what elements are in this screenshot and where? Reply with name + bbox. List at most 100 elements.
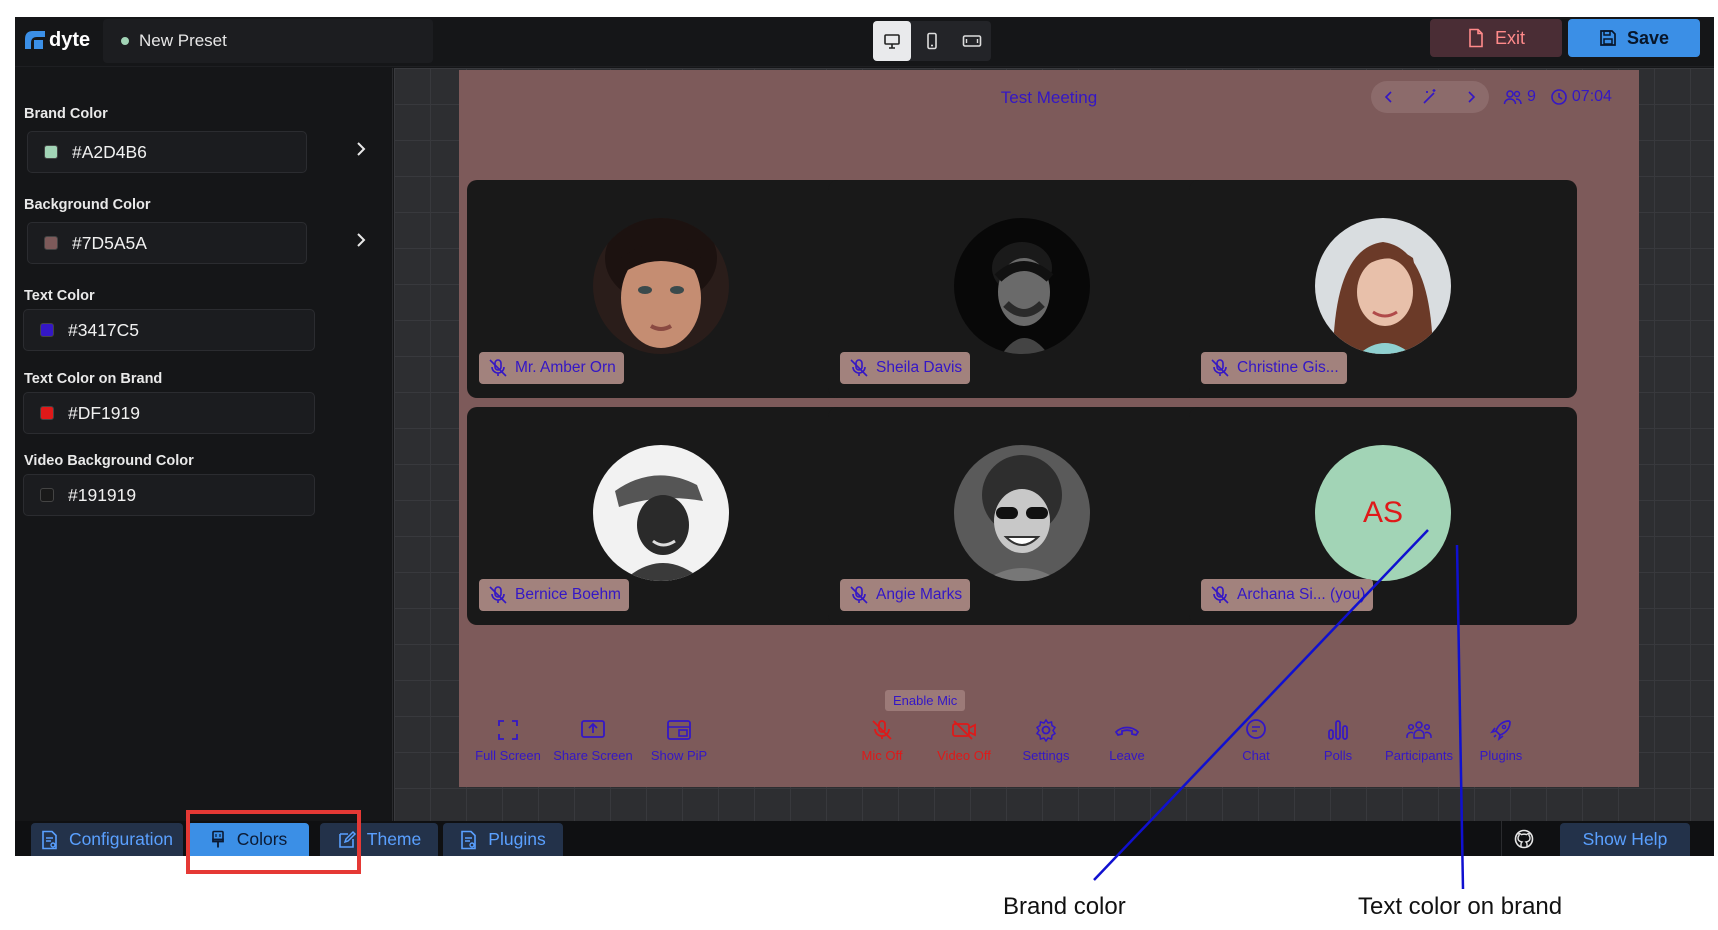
tab-label: Configuration [68, 829, 174, 849]
document-settings-icon [42, 830, 57, 849]
participant-name: Bernice Boehm [515, 586, 621, 603]
avatar [593, 218, 729, 354]
video-off-control[interactable]: Video Off [919, 718, 1009, 763]
participant-name-tag: Bernice Boehm [479, 579, 629, 611]
background-color-value: #7D5A5A [72, 232, 147, 253]
github-link[interactable] [1501, 821, 1545, 856]
device-switcher [873, 21, 991, 61]
tab-label: Plugins [488, 829, 546, 849]
text-color-value: #3417C5 [68, 319, 140, 340]
magic-wand-icon[interactable] [1421, 88, 1439, 106]
grid-pager [1371, 81, 1489, 113]
tab-configuration[interactable]: Configuration [31, 823, 183, 856]
participants-control[interactable]: Participants [1374, 718, 1464, 763]
background-color-expand-chevron-icon[interactable] [355, 231, 367, 255]
dyte-logo: dyte [23, 26, 90, 54]
participant-name: Angie Marks [876, 586, 963, 603]
text-color-input[interactable]: #3417C5 [23, 309, 315, 351]
text-on-brand-annotation: Text color on brand [1358, 893, 1563, 920]
chat-icon [1246, 719, 1266, 739]
brand-color-label: Brand Color [24, 106, 108, 122]
tab-plugins[interactable]: Plugins [443, 823, 563, 856]
background-color-label: Background Color [24, 197, 151, 213]
text-color-on-brand-swatch [40, 406, 54, 420]
control-label: Mic Off [861, 748, 903, 763]
video-background-color-value: #191919 [68, 484, 137, 505]
participant-count[interactable]: 9 [1503, 88, 1536, 106]
participant-name-tag: Sheila Davis [840, 352, 971, 384]
enable-mic-tooltip: Enable Mic [885, 690, 966, 711]
participants-icon [1406, 721, 1432, 739]
polls-control[interactable]: Polls [1293, 718, 1383, 763]
preset-name-field[interactable]: New Preset [103, 19, 433, 63]
control-label: Video Off [937, 748, 991, 763]
participant-tile-self: AS Archana Si... (you) [1189, 407, 1577, 625]
document-settings-icon [461, 830, 477, 849]
mic-off-icon [1211, 586, 1229, 604]
colors-tab-highlight-box [186, 810, 361, 874]
save-label: Save [1626, 27, 1670, 48]
video-background-color-input[interactable]: #191919 [23, 474, 315, 516]
dyte-preset-editor: dyte New Preset Exit Save Brand Color #A… [15, 17, 1714, 856]
control-label: Polls [1323, 748, 1353, 763]
mic-off-icon [489, 586, 507, 604]
dyte-logo-icon [25, 31, 45, 49]
share-screen-control[interactable]: Share Screen [548, 718, 638, 763]
control-label: Participants [1385, 748, 1453, 763]
control-label: Chat [1242, 748, 1270, 763]
document-icon [1469, 28, 1483, 48]
brand-color-swatch [44, 145, 58, 159]
meeting-header-controls: 9 07:04 [1371, 80, 1612, 114]
mic-off-icon [850, 359, 868, 377]
mic-off-control[interactable]: Mic Off [837, 718, 927, 763]
control-label: Show PiP [650, 748, 708, 763]
show-pip-control[interactable]: Show PiP [634, 718, 724, 763]
participant-tile: Bernice Boehm [467, 407, 855, 625]
meeting-clock: 07:04 [1550, 88, 1612, 106]
background-color-input[interactable]: #7D5A5A [27, 222, 307, 264]
desktop-view-button[interactable] [873, 21, 911, 61]
plugins-control[interactable]: Plugins [1456, 718, 1546, 763]
avatar-initials: AS [1315, 445, 1451, 581]
chevron-right-icon[interactable] [1466, 89, 1476, 105]
brand-color-expand-chevron-icon[interactable] [355, 140, 367, 164]
tablet-landscape-view-button[interactable] [953, 21, 991, 61]
control-label: Leave [1109, 748, 1145, 763]
participant-count-value: 9 [1527, 88, 1536, 105]
color-settings-sidebar: Brand Color #A2D4B6 Background Color #7D… [15, 68, 393, 821]
leave-control[interactable]: Leave [1082, 718, 1172, 763]
text-color-on-brand-value: #DF1919 [68, 402, 140, 423]
chevron-left-icon[interactable] [1384, 89, 1394, 105]
mobile-icon [927, 32, 937, 50]
chat-control[interactable]: Chat [1211, 718, 1301, 763]
text-color-label: Text Color [24, 288, 95, 304]
control-label: Share Screen [553, 748, 633, 763]
participant-name: Christine Gis... [1237, 359, 1339, 376]
participant-tile: Angie Marks [828, 407, 1216, 625]
full-screen-control[interactable]: Full Screen [463, 718, 553, 763]
preset-name: New Preset [139, 31, 227, 50]
avatar [954, 218, 1090, 354]
share-screen-icon [581, 720, 605, 738]
clock-icon [1551, 89, 1567, 105]
brand-color-input[interactable]: #A2D4B6 [27, 131, 307, 173]
desktop-icon [884, 34, 900, 49]
polls-icon [1328, 720, 1348, 740]
show-help-button[interactable]: Show Help [1560, 823, 1690, 856]
save-button[interactable]: Save [1568, 19, 1700, 57]
logo-text: dyte [49, 28, 91, 51]
tab-label: Theme [366, 829, 422, 849]
text-color-on-brand-label: Text Color on Brand [24, 371, 163, 387]
settings-control[interactable]: Settings [1001, 718, 1091, 763]
mobile-view-button[interactable] [913, 21, 951, 61]
exit-label: Exit [1494, 27, 1525, 48]
participant-name: Mr. Amber Orn [515, 359, 616, 376]
control-label: Settings [1022, 748, 1070, 763]
video-off-icon [952, 720, 976, 740]
meeting-time: 07:04 [1571, 88, 1612, 105]
exit-button[interactable]: Exit [1430, 19, 1562, 57]
participant-tile: Christine Gis... [1189, 180, 1577, 398]
participant-name: Sheila Davis [876, 359, 963, 376]
mic-off-icon [489, 359, 507, 377]
text-color-on-brand-input[interactable]: #DF1919 [23, 392, 315, 434]
